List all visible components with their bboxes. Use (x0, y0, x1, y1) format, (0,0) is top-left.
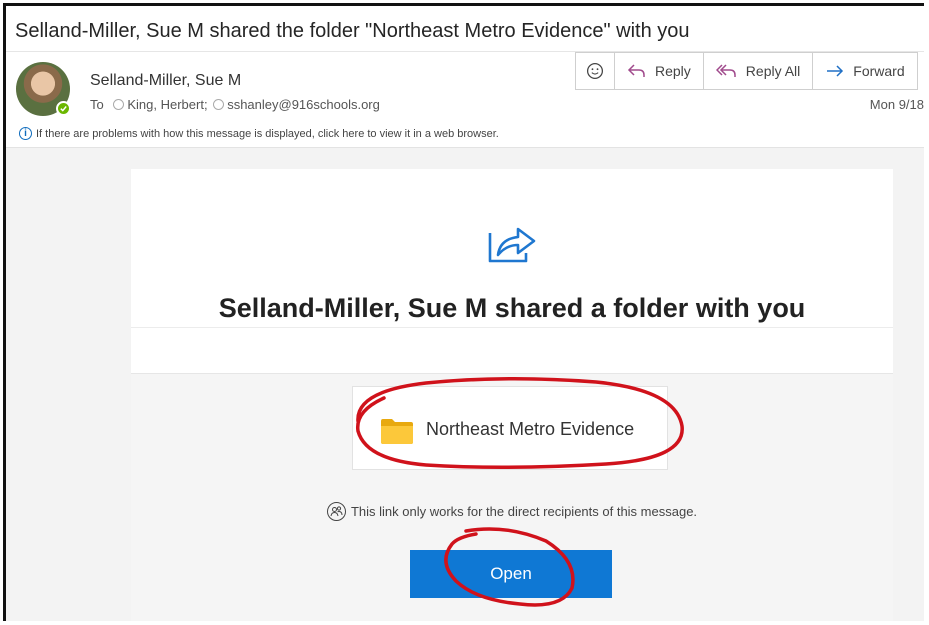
sender-name[interactable]: Selland-Miller, Sue M (90, 72, 241, 90)
message-body: Selland-Miller, Sue M shared a folder wi… (6, 147, 924, 621)
people-icon (326, 502, 346, 521)
reply-all-label: Reply All (745, 63, 801, 79)
shared-folder-tile[interactable]: Northeast Metro Evidence (352, 386, 668, 470)
folder-icon (381, 419, 413, 444)
folder-name: Northeast Metro Evidence (426, 419, 635, 439)
recipients-line: To King, Herbert; sshanley@916schools.or… (90, 97, 380, 112)
forward-arrow-icon (827, 65, 844, 77)
share-card-header: Selland-Miller, Sue M shared a folder wi… (131, 169, 893, 373)
forward-label: Forward (853, 63, 905, 79)
info-icon: i (19, 127, 32, 140)
notice-text: This link only works for the direct reci… (350, 504, 698, 519)
display-problem-infobar[interactable]: i If there are problems with how this me… (19, 127, 499, 140)
emoji-reaction-button[interactable] (576, 53, 615, 89)
presence-ring-icon (213, 99, 225, 110)
infobar-text: If there are problems with how this mess… (36, 127, 499, 140)
email-window: Selland-Miller, Sue M shared the folder … (3, 3, 924, 621)
to-label: To (90, 97, 104, 112)
share-icon (488, 227, 536, 263)
open-button[interactable]: Open (410, 550, 612, 598)
card-divider (131, 327, 893, 328)
message-actions-toolbar: Reply Reply All Forward (575, 52, 918, 90)
recipient[interactable]: sshanley@916schools.org (227, 97, 380, 112)
recipients-only-notice: This link only works for the direct reci… (131, 502, 893, 521)
recipient[interactable]: King, Herbert; (127, 97, 207, 112)
share-card-title: Selland-Miller, Sue M shared a folder wi… (218, 293, 806, 323)
email-subject: Selland-Miller, Sue M shared the folder … (15, 20, 690, 42)
reply-label: Reply (655, 63, 691, 79)
reply-arrow-icon (627, 64, 645, 77)
reply-all-button[interactable]: Reply All (704, 53, 814, 89)
smiley-icon (586, 62, 604, 80)
presence-ring-icon (113, 99, 125, 110)
reply-button[interactable]: Reply (615, 53, 704, 89)
presence-available-icon (56, 101, 71, 116)
forward-button[interactable]: Forward (813, 53, 916, 89)
share-card-body: Northeast Metro Evidence This link only … (131, 373, 893, 621)
reply-all-arrow-icon (715, 64, 736, 77)
sent-date: Mon 9/18 (869, 97, 924, 112)
